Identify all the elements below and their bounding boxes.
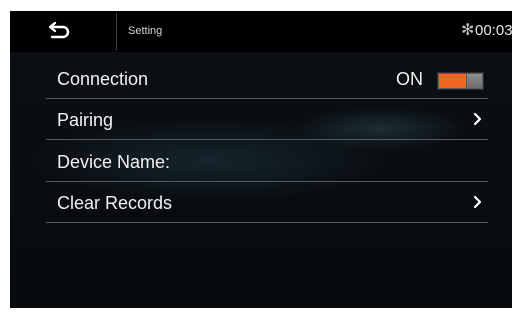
- toggle-knob: [467, 74, 482, 88]
- connection-toggle[interactable]: [437, 72, 484, 90]
- clear-records-label: Clear Records: [57, 193, 173, 213]
- bluetooth-icon: ✻: [461, 22, 475, 39]
- back-button[interactable]: [10, 11, 116, 52]
- connection-label: Connection: [57, 69, 149, 89]
- settings-screen: Setting ✻ 00:03 Connection ON Pairing De…: [10, 11, 512, 308]
- header-divider: [116, 13, 117, 50]
- chevron-right-icon: [473, 112, 482, 126]
- device-name-row: Device Name:: [46, 141, 488, 182]
- header-bar: Setting ✻ 00:03: [10, 11, 512, 52]
- connection-status-text: ON: [396, 69, 423, 89]
- clear-records-row[interactable]: Clear Records: [46, 182, 488, 223]
- pairing-row[interactable]: Pairing: [46, 99, 488, 140]
- pairing-label: Pairing: [57, 110, 114, 130]
- row-divider: [46, 139, 488, 140]
- page-title: Setting: [128, 25, 163, 37]
- connection-row[interactable]: Connection ON: [46, 58, 488, 99]
- status-clock: 00:03: [475, 22, 512, 39]
- back-arrow-icon: [48, 21, 70, 39]
- row-divider: [46, 222, 488, 223]
- toggle-on-fill: [439, 74, 466, 88]
- device-name-label: Device Name:: [57, 152, 171, 172]
- chevron-right-icon: [473, 195, 482, 209]
